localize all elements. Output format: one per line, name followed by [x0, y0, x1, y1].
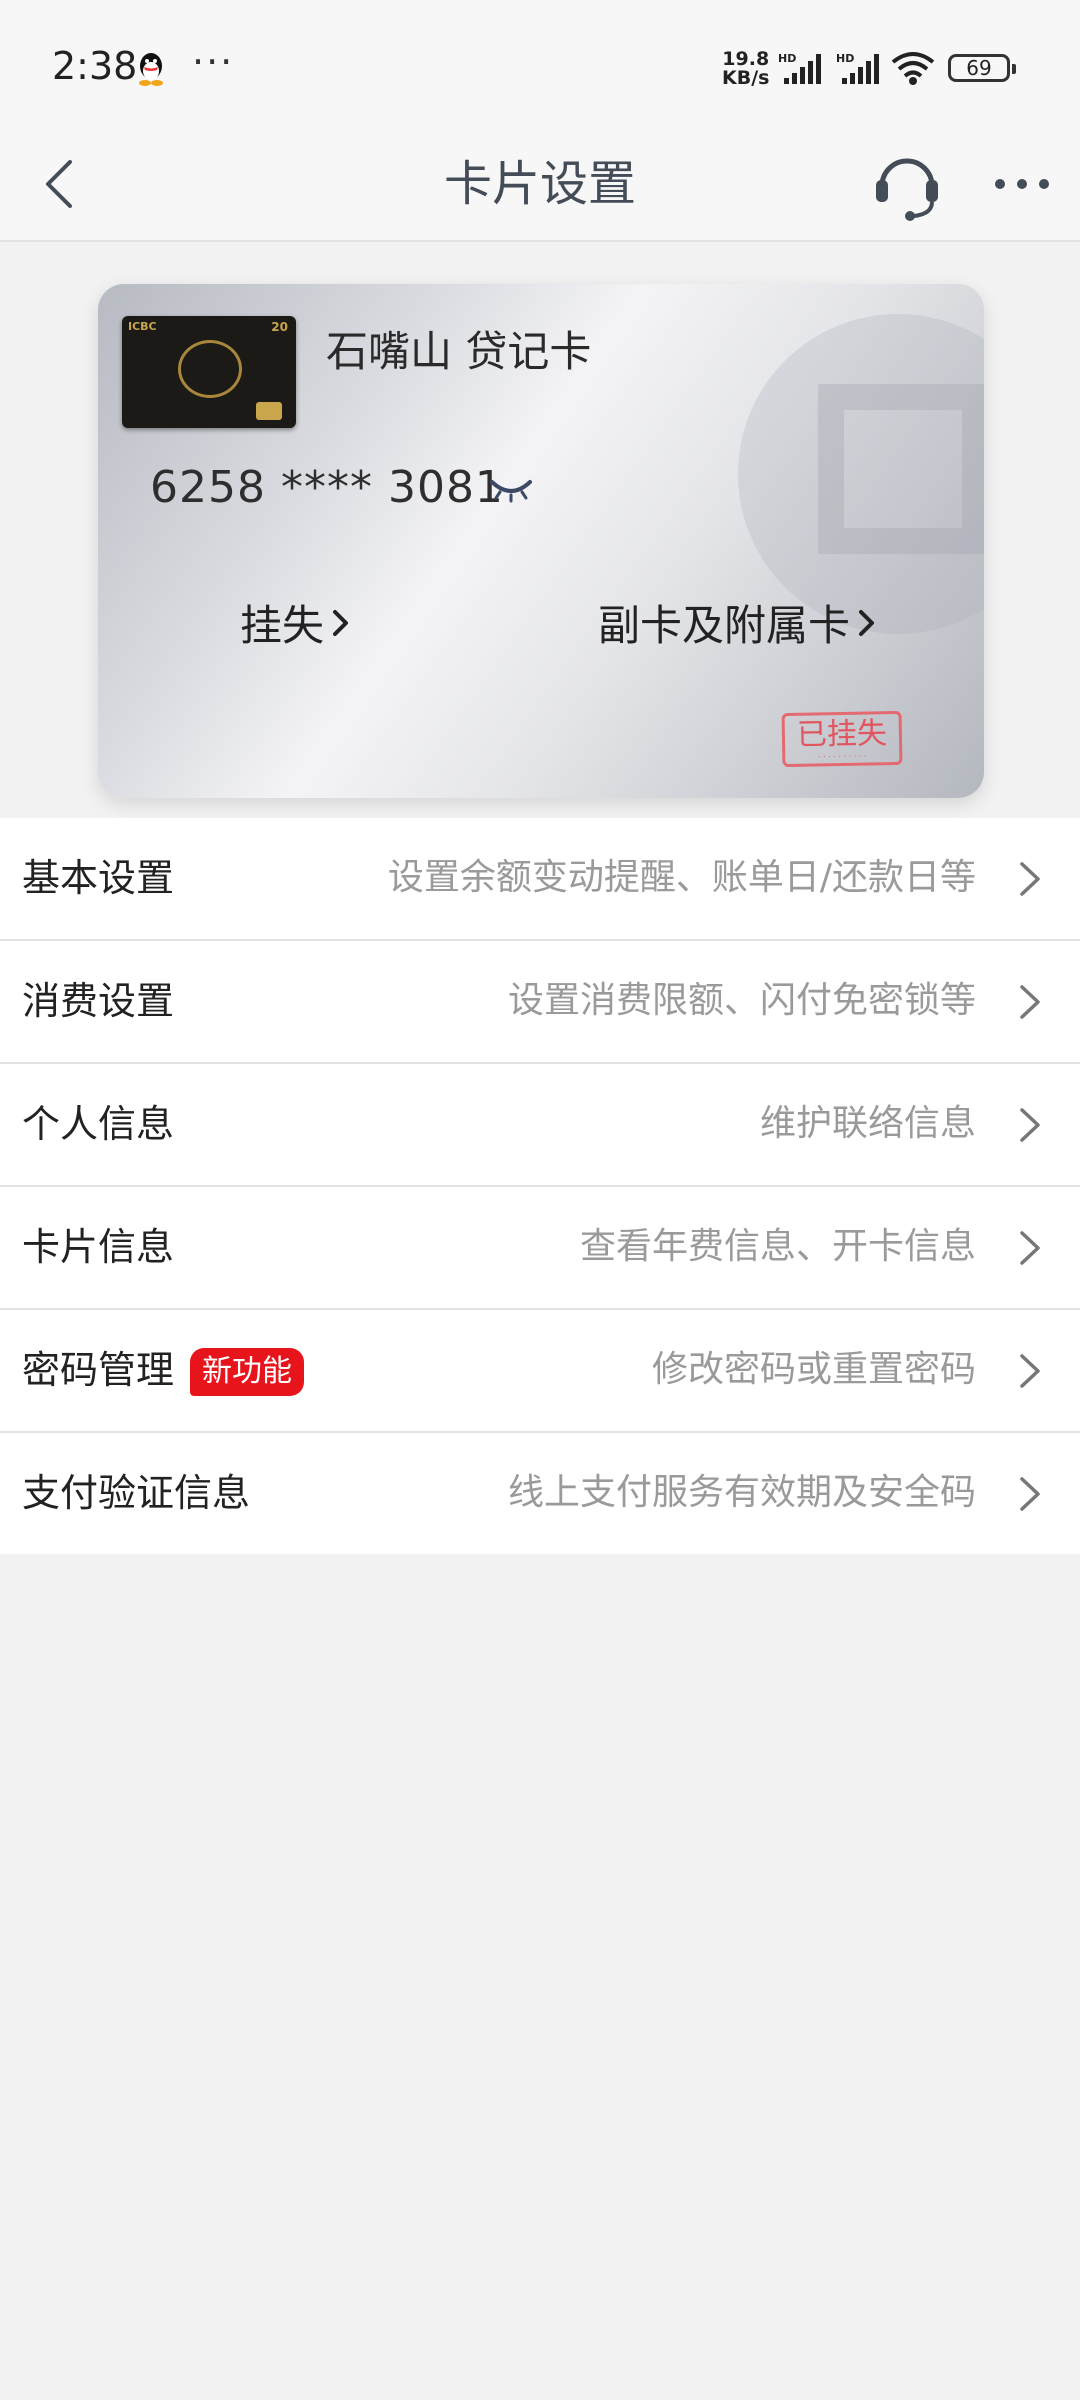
new-feature-badge: 新功能 [190, 1348, 304, 1396]
report-lost-link[interactable]: 挂失 [240, 592, 352, 653]
setting-desc: 修改密码或重置密码 [651, 1349, 976, 1390]
qq-icon [139, 53, 163, 86]
setting-row-card-info[interactable]: 卡片信息 查看年费信息、开卡信息 [0, 1187, 1080, 1310]
bank-logo-watermark [738, 314, 984, 634]
card-area: ICBC 20 石嘴山 贷记卡 6258 **** 3081 挂失 副卡及附属卡 [0, 242, 1080, 818]
customer-service-icon[interactable] [872, 146, 942, 222]
card-art [178, 340, 242, 398]
card-thumbnail: ICBC 20 [122, 316, 296, 428]
setting-label: 密码管理 [22, 1348, 175, 1392]
setting-label: 基本设置 [22, 856, 175, 900]
setting-row-basic[interactable]: 基本设置 设置余额变动提醒、账单日/还款日等 [0, 818, 1080, 941]
chevron-right-icon [1020, 985, 1040, 1019]
settings-list: 基本设置 设置余额变动提醒、账单日/还款日等 消费设置 设置消费限额、闪付免密锁… [0, 818, 1080, 1554]
chevron-right-icon [1020, 1477, 1040, 1511]
thumb-brand: ICBC [128, 320, 157, 333]
network-speed-unit: KB/s [722, 67, 770, 89]
status-more-dots: ··· [192, 40, 235, 84]
setting-row-payment-verify[interactable]: 支付验证信息 线上支付服务有效期及安全码 [0, 1433, 1080, 1554]
setting-row-personal[interactable]: 个人信息 维护联络信息 [0, 1064, 1080, 1187]
sub-card-link[interactable]: 副卡及附属卡 [598, 592, 878, 653]
signal-icon: HD [836, 52, 879, 84]
chevron-right-icon [333, 609, 349, 636]
signal-label-1: HD [778, 52, 796, 65]
setting-row-password[interactable]: 密码管理 新功能 修改密码或重置密码 [0, 1310, 1080, 1433]
sub-card-label: 副卡及附属卡 [598, 601, 851, 650]
setting-label: 个人信息 [22, 1102, 175, 1146]
setting-label: 消费设置 [22, 979, 175, 1023]
network-speed: 19.8 KB/s [722, 50, 769, 88]
status-time: 2:38 [52, 44, 138, 88]
lost-stamp-text: 已挂失 [796, 716, 888, 753]
setting-label: 支付验证信息 [22, 1471, 251, 1515]
chevron-right-icon [859, 609, 875, 636]
eye-closed-icon[interactable] [488, 474, 534, 504]
card-chip [256, 402, 282, 420]
setting-desc: 设置消费限额、闪付免密锁等 [507, 980, 976, 1021]
report-lost-label: 挂失 [240, 601, 325, 650]
setting-desc: 设置余额变动提醒、账单日/还款日等 [387, 857, 976, 898]
battery-icon: 69 [948, 54, 1016, 82]
status-bar: 2:38 ··· 19.8 KB/s HD HD 69 [0, 0, 1080, 128]
chevron-right-icon [1020, 862, 1040, 896]
signal-icon: HD [778, 52, 821, 84]
signal-label-2: HD [836, 52, 854, 65]
chevron-right-icon [1020, 1108, 1040, 1142]
wifi-icon [891, 52, 935, 85]
more-icon[interactable] [992, 164, 1052, 204]
setting-desc: 查看年费信息、开卡信息 [579, 1226, 976, 1267]
setting-desc: 线上支付服务有效期及安全码 [507, 1472, 976, 1513]
card-name: 石嘴山 贷记卡 [326, 327, 592, 376]
credit-card: ICBC 20 石嘴山 贷记卡 6258 **** 3081 挂失 副卡及附属卡 [98, 284, 984, 798]
chevron-right-icon [1020, 1354, 1040, 1388]
battery-level: 69 [966, 56, 992, 80]
setting-desc: 维护联络信息 [759, 1103, 976, 1144]
navigation-bar: 卡片设置 [0, 128, 1080, 242]
setting-row-spending[interactable]: 消费设置 设置消费限额、闪付免密锁等 [0, 941, 1080, 1064]
card-number: 6258 **** 3081 [150, 462, 504, 513]
stamp-decoration: · · · · · · · · · · [818, 751, 867, 762]
thumb-number: 20 [271, 320, 288, 334]
chevron-right-icon [1020, 1231, 1040, 1265]
setting-label: 卡片信息 [22, 1225, 175, 1269]
lost-status-stamp: 已挂失 · · · · · · · · · · [781, 710, 903, 768]
